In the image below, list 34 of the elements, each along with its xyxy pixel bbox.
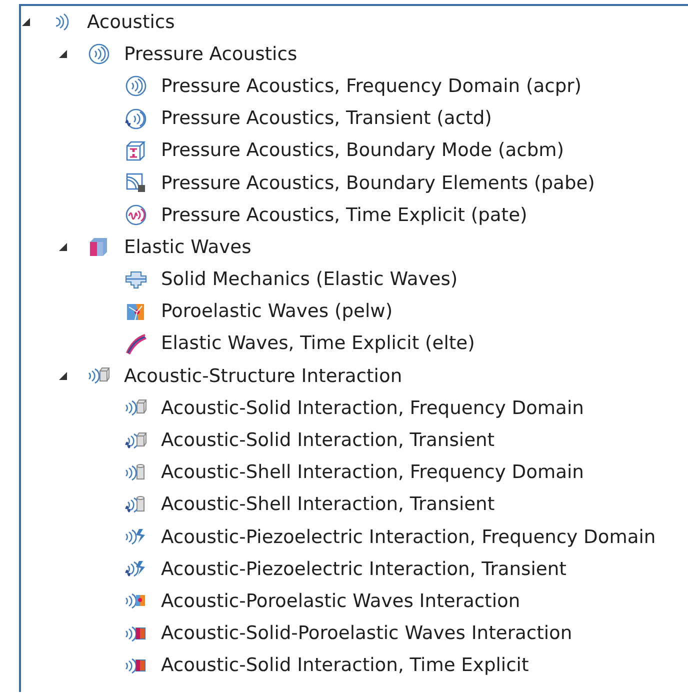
collapse-arrow-icon[interactable]: [21, 17, 31, 28]
tree-item[interactable]: Acoustic-Solid Interaction, Frequency Domain: [161, 398, 584, 419]
cube-pattern-icon: [125, 140, 147, 162]
circle-waves-icon: [125, 108, 147, 130]
curved-band-icon: [125, 332, 147, 355]
circle-waves-icon: [125, 75, 147, 98]
tree-item[interactable]: Poroelastic Waves (pelw): [161, 301, 393, 322]
plate-icon: [125, 268, 147, 291]
tree-item[interactable]: Pressure Acoustics: [124, 44, 298, 65]
tree-item[interactable]: Pressure Acoustics, Boundary Mode (acbm): [161, 140, 564, 162]
tree-item[interactable]: Acoustic-Solid-Poroelastic Waves Interaction: [161, 623, 572, 644]
collapse-arrow-icon[interactable]: [58, 49, 68, 60]
tree-item[interactable]: Acoustics: [87, 12, 175, 33]
tree-item[interactable]: Elastic Waves: [124, 236, 252, 258]
tree-item[interactable]: Pressure Acoustics, Frequency Domain (acpr): [161, 76, 582, 97]
circle-waves-icon: [125, 204, 147, 226]
tree-item[interactable]: Pressure Acoustics, Boundary Elements (pabe): [161, 172, 595, 194]
tree-item[interactable]: Elastic Waves, Time Explicit (elte): [161, 333, 475, 354]
tree-item[interactable]: Acoustic-Structure Interaction: [124, 366, 402, 387]
tree-item[interactable]: Pressure Acoustics, Transient (actd): [161, 108, 492, 130]
tree-item[interactable]: Acoustic-Solid Interaction, Transient: [161, 430, 495, 452]
tree-item[interactable]: Acoustic-Piezoelectric Interaction, Transient: [161, 558, 566, 580]
cube-icon: [88, 236, 110, 258]
tree-item[interactable]: Pressure Acoustics, Time Explicit (pate): [161, 204, 528, 226]
tree-item[interactable]: Acoustic-Shell Interaction, Frequency Domain: [161, 462, 584, 484]
tree-item[interactable]: Acoustic-Solid Interaction, Time Explicit: [161, 655, 529, 676]
tree-item[interactable]: Solid Mechanics (Elastic Waves): [161, 269, 458, 290]
collapse-arrow-icon[interactable]: [58, 242, 68, 252]
collapse-arrow-icon[interactable]: [58, 371, 68, 382]
circle-waves-icon: [88, 43, 110, 66]
tree-item[interactable]: Acoustic-Piezoelectric Interaction, Frequency Domain: [161, 526, 656, 548]
square-waves-icon: [125, 172, 147, 194]
tree-item[interactable]: Acoustic-Poroelastic Waves Interaction: [161, 590, 520, 612]
tree-item[interactable]: Acoustic-Shell Interaction, Transient: [161, 494, 495, 516]
